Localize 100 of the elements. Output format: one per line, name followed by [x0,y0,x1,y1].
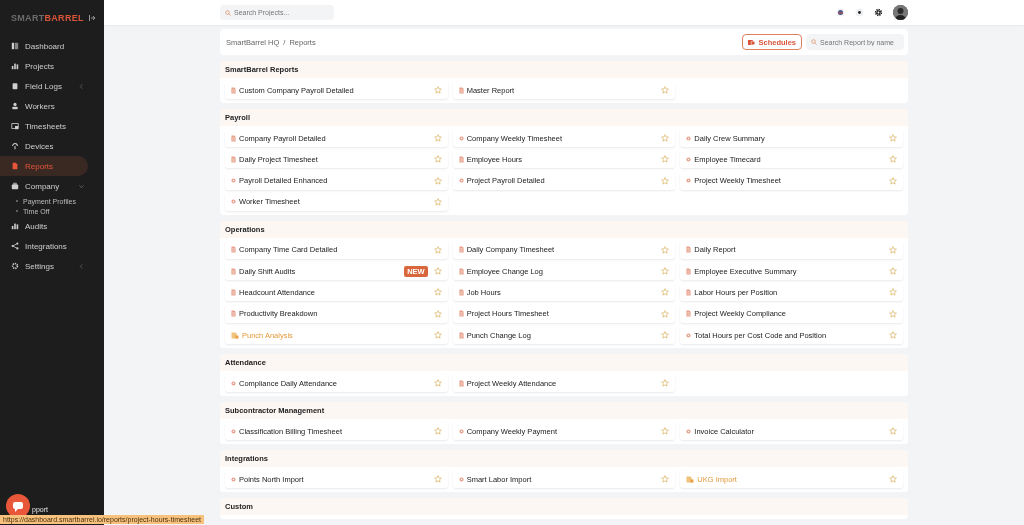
record-icon [231,427,236,435]
sheet-icon [11,122,19,130]
star-icon[interactable] [889,267,897,276]
record-icon [231,198,236,206]
star-icon[interactable] [889,331,897,340]
share-icon [11,242,19,250]
record-icon [686,134,692,142]
star-icon[interactable] [889,245,897,254]
report-chart-icon [686,475,695,483]
file-icon [231,310,236,318]
file-icon [458,155,464,163]
star-icon[interactable] [661,134,670,142]
star-icon[interactable] [661,176,670,185]
sidebar-item[interactable]: Dashboard [0,36,88,56]
file-icon [686,310,692,318]
briefcase-icon [11,182,19,190]
sidebar-item[interactable]: Timesheets [0,116,88,136]
record-icon [231,379,236,387]
sidebar-item[interactable]: Devices [0,136,88,156]
star-icon[interactable] [433,267,442,276]
star-icon[interactable] [661,427,670,436]
star-icon[interactable] [889,155,897,164]
search-icon [225,9,231,16]
star-icon[interactable] [433,197,442,206]
settings-icon[interactable] [874,8,883,17]
star-icon[interactable] [661,379,670,388]
star-icon[interactable] [661,245,670,254]
star-icon[interactable] [433,288,442,297]
star-icon[interactable] [433,309,442,318]
file-icon [231,86,236,94]
file-icon [231,246,236,254]
device-icon [11,142,19,150]
star-icon[interactable] [661,309,670,318]
star-icon[interactable] [889,427,897,436]
sidebar-item[interactable]: Company [0,176,88,196]
file-icon [686,289,692,296]
sidebar-item[interactable]: Integrations [0,236,88,256]
star-icon[interactable] [889,309,897,318]
file-icon [458,379,464,387]
star-icon[interactable] [661,288,670,297]
file-icon [686,246,692,254]
report-chart-icon [231,331,239,339]
file-icon [458,331,464,339]
sidebar-item[interactable]: Field Logs [0,76,88,96]
file-icon [458,267,464,275]
avatar[interactable] [893,5,908,20]
record-icon [231,475,236,483]
file-icon [231,267,236,275]
star-icon[interactable] [661,331,670,340]
star-icon[interactable] [433,475,442,484]
star-icon[interactable] [433,134,442,142]
record-icon [686,155,692,163]
record-icon [458,134,464,142]
chat-button[interactable] [6,494,30,518]
calendar-icon [748,39,756,45]
star-icon[interactable] [433,379,442,388]
star-icon[interactable] [433,86,442,94]
clipboard-icon [11,82,19,90]
star-icon[interactable] [661,86,670,94]
star-icon[interactable] [661,475,670,484]
record-icon [458,177,464,185]
star-icon[interactable] [433,245,442,254]
file-icon [458,86,464,94]
bars-icon [11,62,19,70]
logo: SMARTBARREL [11,13,84,23]
chat-icon [12,500,24,512]
bars-icon [11,222,19,230]
file-icon [686,267,692,275]
star-icon[interactable] [889,475,897,484]
star-icon[interactable] [889,288,897,297]
star-icon[interactable] [433,176,442,185]
record-icon [458,427,464,435]
sidebar-item[interactable]: Workers [0,96,88,116]
file-icon [231,289,236,296]
star-icon[interactable] [433,331,442,340]
gear-icon [11,262,19,270]
star-icon[interactable] [433,427,442,436]
file-icon [231,134,236,142]
sidebar-item[interactable]: Settings [0,256,88,276]
person-icon [11,102,19,110]
theme-toggle-icon[interactable] [855,8,864,17]
sidebar-item[interactable]: Audits [0,216,88,236]
collapse-icon[interactable] [88,15,96,21]
flag-icon[interactable] [836,8,845,17]
star-icon[interactable] [661,267,670,276]
record-icon [231,177,236,185]
sidebar-item[interactable]: Reports [0,156,88,176]
grid-icon [11,42,19,50]
sidebar-item[interactable]: Projects [0,56,88,76]
file-icon [231,155,236,163]
file-icon [458,310,464,318]
star-icon[interactable] [433,155,442,164]
file-icon [11,162,19,170]
star-icon[interactable] [889,134,897,142]
star-icon[interactable] [661,155,670,164]
record-icon [686,427,692,435]
file-icon [458,289,464,296]
file-icon [458,246,464,254]
star-icon[interactable] [889,176,897,185]
search-icon [811,39,817,45]
